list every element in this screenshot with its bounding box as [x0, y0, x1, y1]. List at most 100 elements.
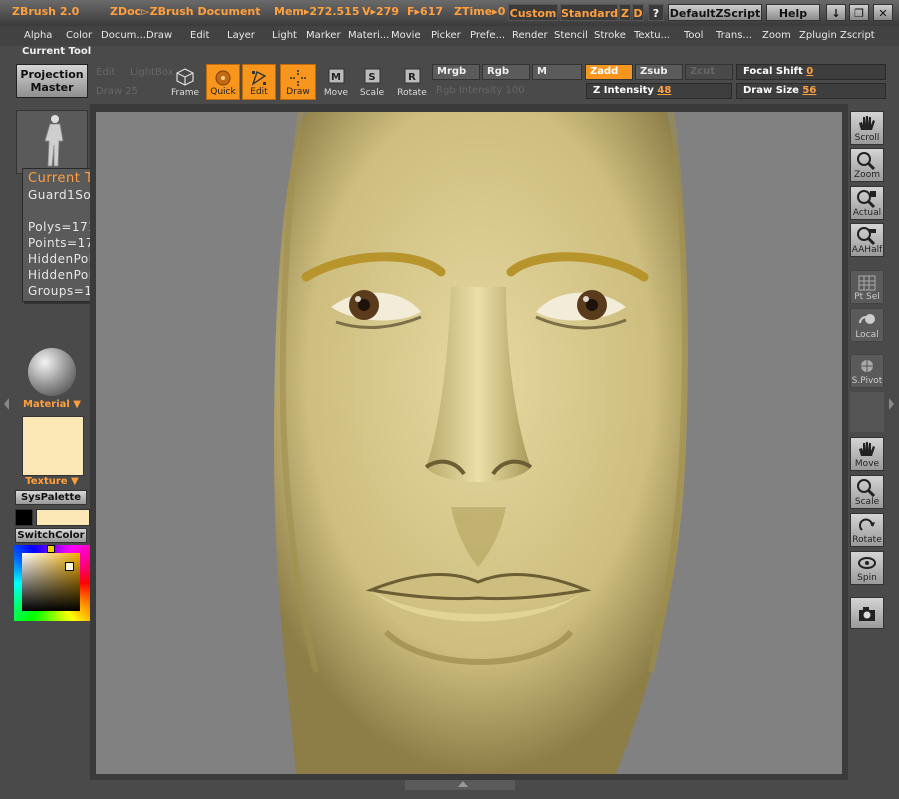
menu-edit[interactable]: Edit: [190, 30, 209, 41]
menu-transform[interactable]: Trans...: [716, 30, 752, 41]
draw-size-slider[interactable]: Draw Size 56: [736, 83, 886, 99]
spivot-button[interactable]: S.Pivot: [850, 354, 884, 388]
menu-light[interactable]: Light: [272, 30, 297, 41]
actual-button[interactable]: Actual: [850, 186, 884, 220]
material-label[interactable]: Material ▼: [22, 399, 82, 410]
pivot-icon: [860, 359, 874, 373]
ztime-readout: ZTime▸0: [454, 5, 506, 18]
right-collapse-arrow-icon[interactable]: [889, 398, 894, 410]
menu-layer[interactable]: Layer: [227, 30, 255, 41]
app-title: ZBrush 2.0: [12, 5, 80, 18]
spin-button[interactable]: Spin: [850, 551, 884, 585]
zadd-button[interactable]: Zadd: [585, 64, 633, 80]
scale-view-label: Scale: [854, 497, 880, 507]
restore-icon[interactable]: ❐: [849, 4, 869, 21]
quick-help-button[interactable]: ?: [648, 4, 664, 21]
actual-size-icon: [857, 190, 876, 209]
rotate-view-button[interactable]: Rotate: [850, 513, 884, 547]
zoom-button[interactable]: Zoom: [850, 148, 884, 182]
material-sphere-button[interactable]: [28, 348, 76, 396]
color-picker-cursor[interactable]: [65, 562, 74, 571]
menu-zscript[interactable]: Zscript: [840, 30, 875, 41]
frame-button[interactable]: Frame: [168, 64, 202, 100]
help-button[interactable]: Help: [766, 4, 820, 21]
scale-button[interactable]: S Scale: [356, 64, 388, 100]
move-button[interactable]: M Move: [320, 64, 352, 100]
z-intensity-value: 48: [657, 85, 672, 96]
projection-master-button[interactable]: Projection Master: [16, 64, 88, 98]
snapshot-button[interactable]: [850, 597, 884, 629]
current-tool-thumbnail[interactable]: [16, 110, 88, 174]
switch-color-button[interactable]: SwitchColor: [15, 528, 87, 543]
menu-zoom[interactable]: Zoom: [762, 30, 791, 41]
aahalf-button[interactable]: AAHalf: [850, 223, 884, 257]
move-view-button[interactable]: Move: [850, 437, 884, 471]
menu-draw[interactable]: Draw: [146, 30, 172, 41]
menu-marker[interactable]: Marker: [306, 30, 341, 41]
scale-view-button[interactable]: Scale: [850, 475, 884, 509]
focal-shift-slider[interactable]: Focal Shift 0: [736, 64, 886, 80]
menu-stencil[interactable]: Stencil: [554, 30, 588, 41]
d-button[interactable]: D: [632, 4, 644, 21]
menu-stroke[interactable]: Stroke: [594, 30, 626, 41]
point-select-button[interactable]: Pt Sel: [850, 270, 884, 304]
document-canvas[interactable]: [96, 112, 842, 774]
menu-picker[interactable]: Picker: [431, 30, 461, 41]
zcut-button: Zcut: [685, 64, 733, 80]
scroll-button[interactable]: Scroll: [850, 111, 884, 145]
hand-scroll-icon: [859, 116, 875, 130]
rotate-label: Rotate: [397, 88, 427, 98]
menu-preferences[interactable]: Prefe...: [470, 30, 505, 41]
z-button[interactable]: Z: [619, 4, 631, 21]
menu-zplugin[interactable]: Zplugin: [799, 30, 837, 41]
menu-material[interactable]: Materi...: [348, 30, 389, 41]
close-icon[interactable]: ✕: [873, 4, 893, 21]
rgb-intensity-slider: Rgb Intensity 100: [436, 85, 525, 96]
rotate-view-label: Rotate: [852, 535, 882, 545]
move-icon: M: [328, 68, 345, 84]
texture-label[interactable]: Texture ▼: [22, 476, 82, 487]
expand-up-arrow-icon[interactable]: [458, 781, 468, 787]
syspalette-button[interactable]: SysPalette: [15, 490, 87, 505]
menu-texture[interactable]: Textu...: [634, 30, 670, 41]
m-button[interactable]: M: [532, 64, 582, 80]
menu-tool[interactable]: Tool: [684, 30, 703, 41]
z-intensity-slider[interactable]: Z Intensity 48: [586, 83, 732, 99]
draw-button[interactable]: Draw: [280, 64, 316, 100]
menu-render[interactable]: Render: [512, 30, 548, 41]
title-bar: ZBrush 2.0 ZDoc▻ZBrush Document Mem▸272.…: [0, 0, 899, 27]
mrgb-button[interactable]: Mrgb: [432, 64, 480, 80]
draw-crosshair-icon: [290, 70, 306, 86]
rotate-button[interactable]: R Rotate: [394, 64, 430, 100]
z-intensity-label: Z Intensity: [593, 85, 654, 96]
primary-color-swatch[interactable]: [15, 509, 33, 526]
texture-swatch[interactable]: [22, 416, 84, 476]
menu-alpha[interactable]: Alpha: [24, 30, 52, 41]
default-zscript-button[interactable]: DefaultZScript: [668, 4, 762, 21]
menu-movie[interactable]: Movie: [391, 30, 421, 41]
ghost-edit-button: Edit: [96, 67, 116, 78]
quick-button[interactable]: Quick: [206, 64, 240, 100]
frame-label: Frame: [170, 88, 200, 98]
zsub-button[interactable]: Zsub: [635, 64, 683, 80]
left-collapse-arrow-icon[interactable]: [4, 398, 9, 410]
local-button[interactable]: Local: [850, 308, 884, 342]
draw-size-label: Draw Size: [743, 85, 799, 96]
secondary-color-swatch[interactable]: [36, 509, 90, 526]
document-title[interactable]: ZDoc▻ZBrush Document: [110, 5, 261, 18]
custom-button[interactable]: Custom: [508, 4, 558, 21]
color-picker-ring[interactable]: [14, 545, 90, 621]
head-model: [274, 112, 688, 774]
edit-button[interactable]: Edit: [242, 64, 276, 100]
edit-label: Edit: [250, 87, 268, 97]
standard-button[interactable]: Standard: [560, 4, 618, 21]
menu-color[interactable]: Color: [66, 30, 92, 41]
draw-label: Draw: [286, 87, 310, 97]
minimize-icon[interactable]: ↓: [826, 4, 846, 21]
hue-cursor[interactable]: [47, 545, 55, 553]
rotate-view-icon: [859, 518, 875, 531]
menu-document[interactable]: Docum...: [101, 30, 146, 41]
rgb-button[interactable]: Rgb: [482, 64, 530, 80]
memory-readout: Mem▸272.515: [274, 5, 360, 18]
chevron-down-icon: ▼: [67, 476, 79, 487]
